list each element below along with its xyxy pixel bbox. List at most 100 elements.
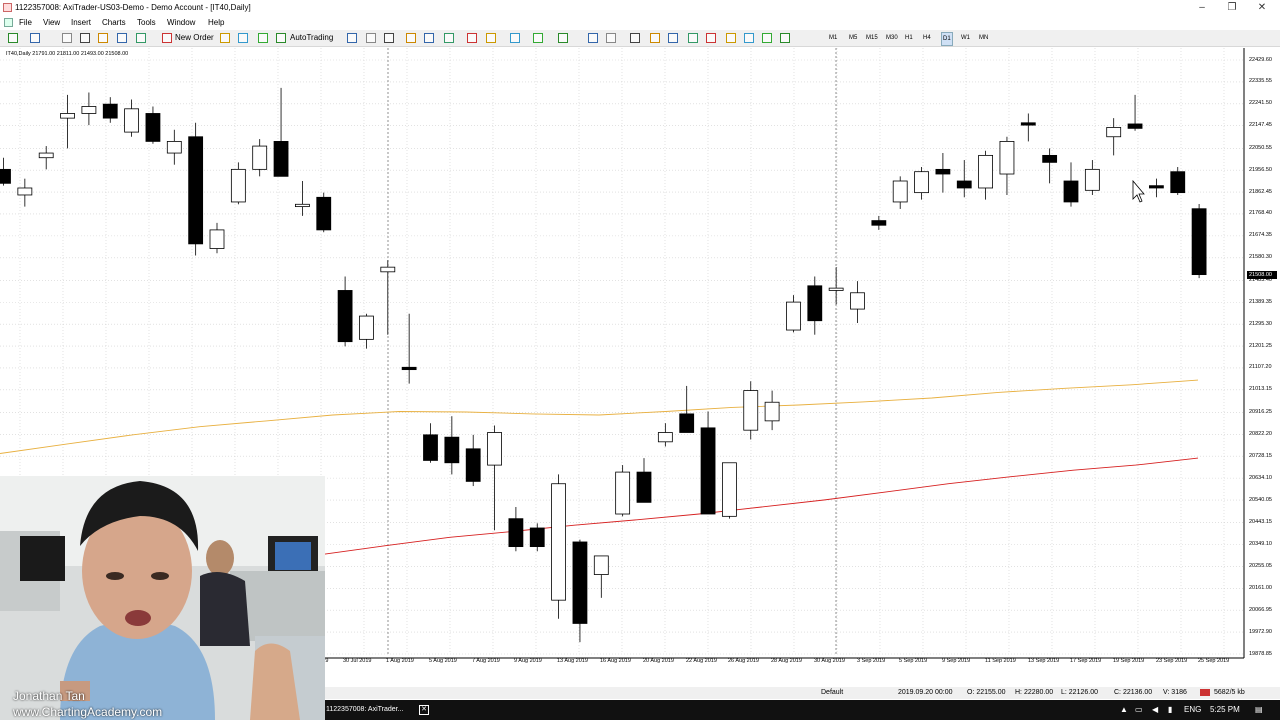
timeframe-w1[interactable]: W1 [961, 32, 970, 44]
tray-chevron-icon[interactable]: ▲ [1120, 700, 1128, 720]
menu-file[interactable]: File [19, 15, 32, 30]
cursor-icon[interactable] [558, 33, 568, 43]
close-button[interactable]: ✕ [1246, 0, 1278, 15]
time-tick-label: 28 Aug 2019 [771, 658, 802, 664]
menu-help[interactable]: Help [208, 15, 224, 30]
timeframe-m1[interactable]: M1 [829, 32, 837, 44]
market-watch-icon[interactable] [238, 33, 248, 43]
bear-candle [700, 427, 716, 515]
timeframe-h1[interactable]: H1 [905, 32, 913, 44]
price-tick-label: 20066.95 [1249, 606, 1272, 613]
price-tick-label: 21295.30 [1249, 320, 1272, 327]
menu-tools[interactable]: Tools [137, 15, 156, 30]
bear-candle [188, 136, 204, 245]
price-tick-label: 22335.55 [1249, 78, 1272, 85]
navigator-icon[interactable] [117, 33, 127, 43]
templates-icon[interactable] [533, 33, 543, 43]
metaeditor-icon[interactable] [220, 33, 230, 43]
fullscreen-icon[interactable] [780, 33, 790, 43]
indicators-icon[interactable] [486, 33, 496, 43]
notifications-icon[interactable]: ▤ [1255, 700, 1263, 720]
status-volume: V: 3186 [1163, 689, 1187, 696]
taskbar-app-button[interactable]: 1122357008: AxiTrader... [326, 700, 403, 720]
bull-candle [743, 390, 759, 431]
tile-windows-icon[interactable] [424, 33, 434, 43]
chart-window-icon [4, 18, 13, 27]
bar-chart-icon[interactable] [276, 33, 286, 43]
time-tick-label: 17 Sep 2019 [1070, 658, 1102, 664]
menu-charts[interactable]: Charts [102, 15, 126, 30]
autotrading-button[interactable]: AutoTrading [290, 32, 333, 44]
timeframe-d1[interactable]: D1 [941, 32, 953, 46]
vertical-line-icon[interactable] [606, 33, 616, 43]
chart-shift-icon[interactable] [467, 33, 477, 43]
menu-view[interactable]: View [43, 15, 60, 30]
price-tick-label: 20255.05 [1249, 562, 1272, 569]
timeframe-h4[interactable]: H4 [923, 32, 931, 44]
shapes-icon[interactable] [744, 33, 754, 43]
bull-candle [999, 141, 1015, 175]
status-open: O: 22155.00 [967, 689, 1006, 696]
bull-candle [978, 154, 993, 189]
profiles-icon[interactable] [30, 33, 40, 43]
candlestick-icon[interactable] [347, 33, 357, 43]
time-tick-label: 25 Sep 2019 [1198, 658, 1230, 664]
price-tick-label: 19972.90 [1249, 628, 1272, 635]
webcam-video [0, 476, 325, 720]
battery-icon[interactable]: ▮ [1168, 700, 1172, 720]
tool-icon[interactable]: ✕ [419, 705, 429, 715]
time-tick-label: 30 Jul 2019 [343, 658, 372, 664]
toolbar: New Order AutoTrading M1 M5 M15 M30 H1 H… [0, 30, 1280, 47]
price-tick-label: 20540.05 [1249, 496, 1272, 503]
minimize-button[interactable]: – [1186, 0, 1218, 15]
new-order-icon[interactable] [162, 33, 172, 43]
time-tick-label: 5 Aug 2019 [429, 658, 457, 664]
app-logo-icon [3, 3, 12, 12]
bull-candle [166, 141, 182, 154]
new-chart-icon[interactable] [8, 33, 18, 43]
autoscroll-icon[interactable] [444, 33, 454, 43]
bull-candle [786, 301, 801, 331]
bull-candle [209, 229, 225, 249]
zoom-out-icon[interactable] [406, 33, 416, 43]
time-tick-label: 26 Aug 2019 [728, 658, 759, 664]
horizontal-line-icon[interactable] [630, 33, 640, 43]
refresh-icon[interactable] [62, 33, 72, 43]
label-icon[interactable] [726, 33, 736, 43]
periods-icon[interactable] [510, 33, 520, 43]
line-chart-icon[interactable] [366, 33, 376, 43]
volume-icon[interactable]: ◀ [1152, 700, 1158, 720]
bull-candle [38, 152, 54, 159]
ma-slow-line [324, 457, 1199, 555]
bull-candle [1106, 127, 1122, 138]
zoom-in-icon[interactable] [384, 33, 394, 43]
network-icon[interactable]: ▭ [1135, 700, 1143, 720]
timeframe-m5[interactable]: M5 [849, 32, 857, 44]
channel-icon[interactable] [668, 33, 678, 43]
taskbar-clock[interactable]: 5:25 PM [1210, 700, 1240, 720]
crosshair-icon[interactable] [80, 33, 90, 43]
new-order-button[interactable]: New Order [175, 32, 214, 44]
price-tick-label: 22050.55 [1249, 144, 1272, 151]
crosshair-tool-icon[interactable] [588, 33, 598, 43]
menu-insert[interactable]: Insert [71, 15, 91, 30]
language-indicator[interactable]: ENG [1184, 700, 1201, 720]
fibonacci-icon[interactable] [688, 33, 698, 43]
trendline-icon[interactable] [650, 33, 660, 43]
folder-icon[interactable] [98, 33, 108, 43]
timeframe-m15[interactable]: M15 [866, 32, 878, 44]
time-tick-label: 22 Aug 2019 [686, 658, 717, 664]
terminal-icon[interactable] [136, 33, 146, 43]
text-icon[interactable] [706, 33, 716, 43]
timeframe-mn[interactable]: MN [979, 32, 988, 44]
time-tick-label: 13 Aug 2019 [557, 658, 588, 664]
price-tick-label: 20634.10 [1249, 474, 1272, 481]
bull-candle [230, 168, 246, 203]
restore-button[interactable]: ❐ [1216, 0, 1248, 15]
time-tick-label: 7 Aug 2019 [472, 658, 500, 664]
search-icon[interactable] [762, 33, 772, 43]
price-tick-label: 20161.00 [1249, 584, 1272, 591]
timeframe-m30[interactable]: M30 [886, 32, 898, 44]
autotrading-icon[interactable] [258, 33, 268, 43]
menu-window[interactable]: Window [167, 15, 195, 30]
